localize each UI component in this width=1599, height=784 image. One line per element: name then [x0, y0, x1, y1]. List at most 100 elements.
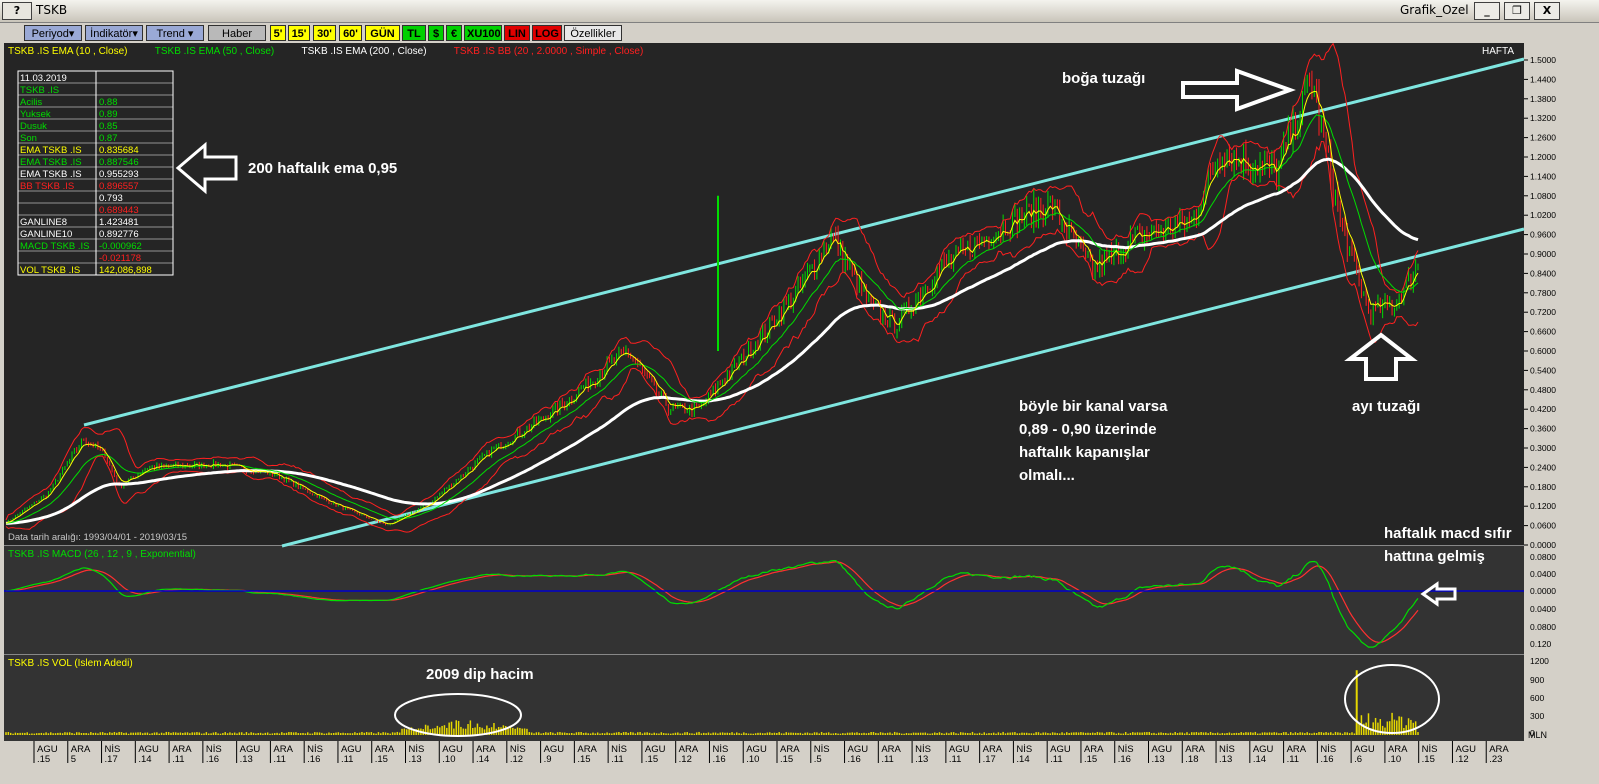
- info-table-key: EMA TSKB .IS: [20, 169, 82, 180]
- x-tick-day: .13: [915, 754, 928, 765]
- periyod-dropdown[interactable]: Periyod▾: [24, 25, 82, 41]
- x-tick-day: .9: [544, 754, 552, 765]
- haber-button[interactable]: Haber: [208, 25, 266, 41]
- info-table-key: VOL TSKB .IS: [20, 265, 80, 276]
- volume-unit-label: MLN: [1528, 730, 1547, 740]
- x-tick-day: .5: [814, 754, 822, 765]
- period-15-button[interactable]: 15': [288, 25, 310, 41]
- x-tick-day: .14: [1253, 754, 1266, 765]
- x-tick-day: .14: [1016, 754, 1029, 765]
- x-tick-day: .16: [848, 754, 861, 765]
- currency-usd-button[interactable]: $: [428, 25, 444, 41]
- x-tick-day: .11: [949, 754, 962, 765]
- period-gun-button[interactable]: GÜN: [365, 25, 400, 41]
- x-tick-day: .13: [1152, 754, 1165, 765]
- bull-trap-label: boğa tuzağı: [1062, 70, 1145, 87]
- x-tick-day: .15: [375, 754, 388, 765]
- currency-tl-button[interactable]: TL: [402, 25, 426, 41]
- info-table-key: GANLINE10: [20, 229, 72, 240]
- price-tick-label: 0.0000: [1530, 540, 1556, 550]
- price-tick-label: 0.1200: [1530, 501, 1556, 511]
- period-30-button[interactable]: 30': [313, 25, 336, 41]
- minimize-button[interactable]: _: [1474, 2, 1500, 20]
- x-tick-day: .12: [679, 754, 692, 765]
- x-tick-day: .15: [1422, 754, 1435, 765]
- price-tick-label: 1.3800: [1530, 94, 1556, 104]
- info-table-key: Son: [20, 133, 37, 144]
- xu100-button[interactable]: XU100: [464, 25, 502, 41]
- indikator-dropdown[interactable]: İndikatör▾: [85, 25, 143, 41]
- x-tick-day: .13: [1219, 754, 1232, 765]
- macd-note-line-1: haftalık macd sıfır: [1384, 525, 1512, 542]
- price-tick-label: 0.1800: [1530, 482, 1556, 492]
- x-tick-day: .11: [172, 754, 185, 765]
- linear-scale-button[interactable]: LIN: [504, 25, 530, 41]
- chart-area[interactable]: TSKB .IS EMA (10 , Close) TSKB .IS EMA (5…: [0, 43, 1599, 784]
- x-tick-day: .17: [983, 754, 996, 765]
- info-table-value: -0.021178: [99, 253, 141, 264]
- channel-note-line-2: 0,89 - 0,90 üzerinde: [1019, 421, 1157, 438]
- x-tick-day: .16: [307, 754, 320, 765]
- info-table-value: 142,086,898: [99, 265, 152, 276]
- x-tick-day: .15: [780, 754, 793, 765]
- x-tick-day: .13: [240, 754, 253, 765]
- price-tick-label: 1.0800: [1530, 191, 1556, 201]
- period-5-button[interactable]: 5': [270, 25, 286, 41]
- info-table-value: 0.896557: [99, 181, 139, 192]
- x-tick-day: .18: [1185, 754, 1198, 765]
- trend-dropdown[interactable]: Trend ▾: [146, 25, 204, 41]
- x-tick-day: .15: [645, 754, 658, 765]
- macd-tick-label: 0.0400: [1530, 569, 1556, 579]
- restore-button[interactable]: ❐: [1504, 2, 1530, 20]
- window-title: TSKB: [36, 3, 68, 17]
- close-button[interactable]: X: [1534, 2, 1560, 20]
- info-table-value: 0.955293: [99, 169, 139, 180]
- info-table-value: 0.88: [99, 97, 118, 108]
- x-tick-day: .11: [273, 754, 286, 765]
- price-tick-label: 0.5400: [1530, 365, 1556, 375]
- x-tick-day: .11: [881, 754, 894, 765]
- volume-panel: [4, 655, 1524, 741]
- x-tick-day: .15: [37, 754, 50, 765]
- info-table-value: 0.89: [99, 109, 118, 120]
- x-tick-day: .11: [1287, 754, 1300, 765]
- help-button[interactable]: ?: [2, 2, 32, 20]
- legend-item: TSKB .IS EMA (200 , Close): [302, 46, 427, 57]
- currency-eur-button[interactable]: €: [446, 25, 462, 41]
- legend-item: TSKB .IS BB (20 , 2.0000 , Simple , Clos…: [454, 46, 644, 57]
- info-table-key: EMA TSKB .IS: [20, 157, 82, 168]
- x-tick-day: .6: [1354, 754, 1362, 765]
- info-table-key: Yuksek: [20, 109, 51, 120]
- volume-tick-label: 600: [1530, 693, 1544, 703]
- price-tick-label: 1.1400: [1530, 171, 1556, 181]
- info-table-key: MACD TSKB .IS: [20, 241, 90, 252]
- x-tick-day: .10: [442, 754, 455, 765]
- x-tick-day: .16: [712, 754, 725, 765]
- x-tick-day: .16: [206, 754, 219, 765]
- volume-legend: TSKB .IS VOL (Islem Adedi): [8, 658, 133, 669]
- x-tick-day: .15: [1084, 754, 1097, 765]
- info-table-key: TSKB .IS: [20, 85, 59, 96]
- info-table-value: 0.689443: [99, 205, 139, 216]
- channel-note-line-1: böyle bir kanal varsa: [1019, 398, 1168, 415]
- macd-panel: [4, 546, 1524, 654]
- volume-tick-label: 1200: [1530, 656, 1549, 666]
- price-tick-label: 1.3200: [1530, 113, 1556, 123]
- volume-tick-label: 900: [1530, 675, 1544, 685]
- info-table-value: 0.87: [99, 133, 118, 144]
- price-tick-label: 0.4200: [1530, 404, 1556, 414]
- log-scale-button[interactable]: LOG: [532, 25, 562, 41]
- price-tick-label: 0.0600: [1530, 521, 1556, 531]
- price-tick-label: 0.6600: [1530, 327, 1556, 337]
- price-tick-label: 1.2000: [1530, 152, 1556, 162]
- macd-note-line-2: hattına gelmiş: [1384, 548, 1485, 565]
- legend-item: TSKB .IS EMA (50 , Close): [155, 46, 274, 57]
- info-table-key: EMA TSKB .IS: [20, 145, 82, 156]
- x-tick-day: .15: [577, 754, 590, 765]
- ozellikler-button[interactable]: Özellikler: [564, 25, 622, 41]
- ema200-note: 200 haftalık ema 0,95: [248, 160, 397, 177]
- x-tick-day: .11: [341, 754, 354, 765]
- price-tick-label: 1.4400: [1530, 74, 1556, 84]
- period-60-button[interactable]: 60': [339, 25, 362, 41]
- macd-tick-label: 0.0400: [1530, 604, 1556, 614]
